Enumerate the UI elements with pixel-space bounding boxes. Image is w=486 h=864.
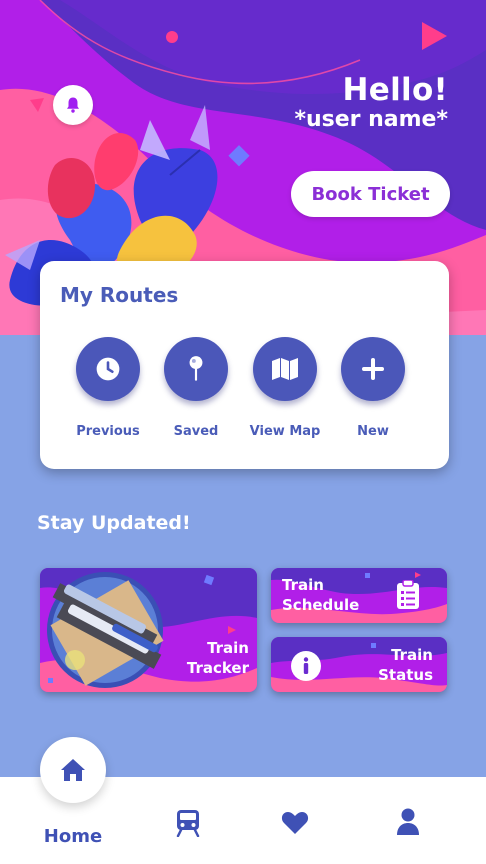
schedule-title-line2: Schedule [282, 596, 360, 614]
route-view-map-button[interactable]: View Map [240, 337, 330, 439]
route-label-view-map: View Map [249, 424, 321, 439]
pin-icon [189, 356, 203, 381]
user-icon [397, 808, 419, 835]
clipboard-icon [397, 580, 419, 609]
schedule-title-line1: Train [282, 576, 324, 594]
train-status-card[interactable]: Train Status [271, 637, 447, 692]
stay-updated-heading: Stay Updated! [37, 512, 191, 534]
status-title-line1: Train [391, 646, 433, 664]
nav-train-button[interactable] [168, 806, 208, 840]
info-icon [291, 651, 321, 681]
train-tracker-card[interactable]: Train Tracker [40, 568, 257, 692]
nav-profile-button[interactable] [388, 806, 428, 838]
routes-title: My Routes [60, 283, 179, 307]
nav-favorites-button[interactable] [275, 808, 315, 838]
tracker-title-line1: Train [207, 639, 249, 657]
status-title-line2: Status [378, 666, 433, 684]
clock-icon [96, 357, 120, 381]
route-previous-button[interactable]: Previous [63, 337, 153, 439]
route-saved-button[interactable]: Saved [151, 337, 241, 439]
user-name: *user name* [294, 107, 448, 132]
route-new-button[interactable]: New [328, 337, 418, 439]
book-ticket-button[interactable]: Book Ticket [291, 171, 450, 217]
nav-home-label: Home [43, 826, 103, 847]
tracker-title-line2: Tracker [186, 659, 249, 677]
map-icon [272, 358, 298, 380]
nav-home-button[interactable] [40, 737, 106, 803]
notification-button[interactable] [53, 85, 93, 125]
route-label-new: New [357, 424, 389, 439]
route-label-saved: Saved [173, 424, 219, 439]
greeting-title: Hello! [342, 72, 448, 108]
home-icon [61, 759, 85, 781]
greeting-block: Hello! *user name* [294, 72, 448, 134]
train-schedule-card[interactable]: Train Schedule [271, 568, 447, 623]
route-label-previous: Previous [76, 424, 140, 439]
my-routes-card: My Routes Previous Saved View Map New [40, 261, 449, 469]
plus-icon [362, 358, 384, 380]
heart-icon [281, 812, 309, 834]
train-icon [176, 810, 200, 837]
bell-icon [67, 97, 79, 113]
